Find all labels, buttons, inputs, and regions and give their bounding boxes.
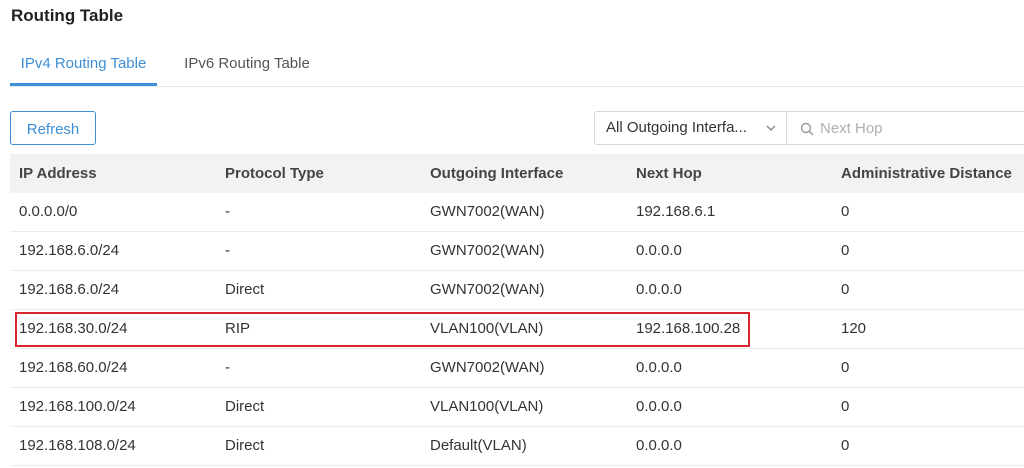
next-hop-search xyxy=(786,111,1024,145)
cell-outgoing-interface: VLAN100(VLAN) xyxy=(430,320,544,337)
next-hop-search-input[interactable] xyxy=(820,113,1015,143)
cell-next-hop: 0.0.0.0 xyxy=(636,281,682,298)
column-header-outgoing-interface[interactable]: Outgoing Interface xyxy=(430,154,563,193)
cell-ip-address: 192.168.30.0/24 xyxy=(19,320,128,337)
column-header-protocol-type[interactable]: Protocol Type xyxy=(225,154,324,193)
cell-outgoing-interface: VLAN100(VLAN) xyxy=(430,398,544,415)
cell-administrative-distance: 0 xyxy=(841,281,850,298)
cell-outgoing-interface: GWN7002(WAN) xyxy=(430,203,545,220)
cell-next-hop: 0.0.0.0 xyxy=(636,359,682,376)
tab-ipv4-routing-table[interactable]: IPv4 Routing Table xyxy=(10,44,157,86)
refresh-button[interactable]: Refresh xyxy=(10,111,96,145)
search-icon xyxy=(800,122,814,136)
column-header-ip-address[interactable]: IP Address xyxy=(19,154,97,193)
cell-administrative-distance: 0 xyxy=(841,398,850,415)
chevron-down-icon xyxy=(766,125,776,131)
cell-protocol-type: Direct xyxy=(225,398,265,415)
table-row-highlighted: 192.168.30.0/24 RIP VLAN100(VLAN) 192.16… xyxy=(10,310,1024,349)
cell-ip-address: 192.168.6.0/24 xyxy=(19,242,120,259)
cell-next-hop: 0.0.0.0 xyxy=(636,398,682,415)
outgoing-interface-select[interactable]: All Outgoing Interfa... xyxy=(594,111,787,145)
cell-administrative-distance: 0 xyxy=(841,242,850,259)
cell-next-hop: 192.168.100.28 xyxy=(636,320,741,337)
cell-ip-address: 192.168.6.0/24 xyxy=(19,281,120,298)
cell-outgoing-interface: GWN7002(WAN) xyxy=(430,242,545,259)
cell-outgoing-interface: Default(VLAN) xyxy=(430,437,527,454)
tab-ipv6-routing-table[interactable]: IPv6 Routing Table xyxy=(177,44,317,84)
column-header-next-hop[interactable]: Next Hop xyxy=(636,154,702,193)
page-title: Routing Table xyxy=(11,6,124,25)
cell-administrative-distance: 0 xyxy=(841,437,850,454)
table-row: 192.168.60.0/24 - GWN7002(WAN) 0.0.0.0 0 xyxy=(10,349,1024,388)
cell-administrative-distance: 120 xyxy=(841,320,867,337)
cell-administrative-distance: 0 xyxy=(841,203,850,220)
cell-protocol-type: - xyxy=(225,242,230,259)
outgoing-interface-select-value: All Outgoing Interfa... xyxy=(606,119,747,136)
column-header-administrative-distance[interactable]: Administrative Distance xyxy=(841,154,1012,193)
cell-protocol-type: - xyxy=(225,203,230,220)
cell-ip-address: 192.168.100.0/24 xyxy=(19,398,136,415)
cell-outgoing-interface: GWN7002(WAN) xyxy=(430,281,545,298)
cell-outgoing-interface: GWN7002(WAN) xyxy=(430,359,545,376)
table-header: IP Address Protocol Type Outgoing Interf… xyxy=(10,154,1024,193)
tab-bar: IPv4 Routing Table IPv6 Routing Table xyxy=(10,44,1024,87)
table-row: 192.168.100.0/24 Direct VLAN100(VLAN) 0.… xyxy=(10,388,1024,427)
table-row: 192.168.6.0/24 Direct GWN7002(WAN) 0.0.0… xyxy=(10,271,1024,310)
cell-ip-address: 192.168.108.0/24 xyxy=(19,437,136,454)
cell-protocol-type: Direct xyxy=(225,281,265,298)
table-row: 192.168.6.0/24 - GWN7002(WAN) 0.0.0.0 0 xyxy=(10,232,1024,271)
cell-ip-address: 192.168.60.0/24 xyxy=(19,359,128,376)
cell-protocol-type: RIP xyxy=(225,320,251,337)
cell-protocol-type: - xyxy=(225,359,230,376)
cell-protocol-type: Direct xyxy=(225,437,265,454)
cell-ip-address: 0.0.0.0/0 xyxy=(19,203,78,220)
table-row: 192.168.108.0/24 Direct Default(VLAN) 0.… xyxy=(10,427,1024,466)
routing-table-page: Routing Table IPv4 Routing Table IPv6 Ro… xyxy=(0,0,1024,468)
routing-table: IP Address Protocol Type Outgoing Interf… xyxy=(10,154,1024,466)
cell-next-hop: 0.0.0.0 xyxy=(636,242,682,259)
table-row: 0.0.0.0/0 - GWN7002(WAN) 192.168.6.1 0 xyxy=(10,193,1024,232)
cell-administrative-distance: 0 xyxy=(841,359,850,376)
cell-next-hop: 192.168.6.1 xyxy=(636,203,716,220)
cell-next-hop: 0.0.0.0 xyxy=(636,437,682,454)
